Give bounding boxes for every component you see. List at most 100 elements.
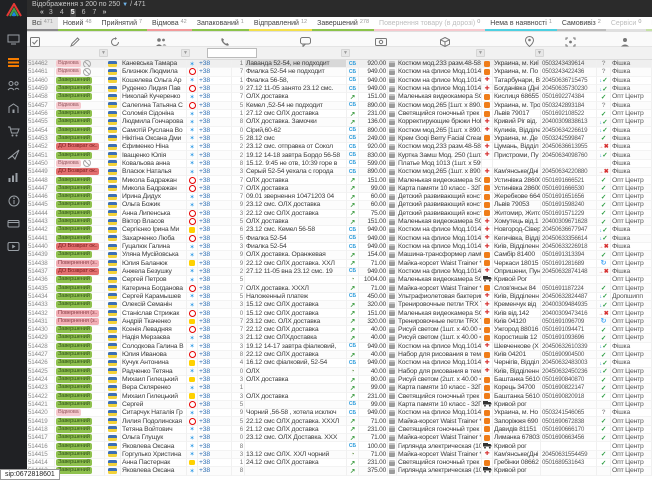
payments-icon[interactable]: [6, 216, 21, 231]
page-button-5[interactable]: 5: [70, 9, 76, 17]
order-row-514456[interactable]: 514456ЗавершенийСоломія Сідоніна✶+38127.…: [27, 110, 652, 118]
order-row-514432[interactable]: 514432Повернення (з..Станіслав Стрижак+3…: [27, 309, 652, 317]
order-row-514420[interactable]: 514420ВідмоваСитарчук Наталія Гр✶+389Чор…: [27, 409, 652, 417]
order-row-514436[interactable]: 514436ЗавершенийСергей Петров✶+385◔1004.…: [27, 276, 652, 284]
customer-name-cell: Ольга Глущук: [121, 434, 187, 442]
order-row-514452[interactable]: 514452ДО Возврат ок..Єфименко Ніна✶+3822…: [27, 143, 652, 151]
phone-cell: +38: [198, 201, 232, 209]
customer-filter-dropdown[interactable]: ▼: [181, 49, 190, 57]
page-button-3[interactable]: 3: [48, 9, 54, 17]
order-row-514453[interactable]: 514453ЗавершенийНікітіна Оксана Дми✶+385…: [27, 135, 652, 143]
display-icon[interactable]: [6, 32, 21, 47]
last-page-button[interactable]: »: [102, 9, 105, 17]
tab-в-дорозі-додому[interactable]: В дорозі додому0: [646, 17, 652, 31]
video-icon[interactable]: [6, 239, 21, 254]
order-row-514414[interactable]: 514414ЗавершенийАнна Пастернак+38124.12 …: [27, 459, 652, 467]
company-icon[interactable]: [6, 101, 21, 116]
status-filter-dropdown[interactable]: ▼: [99, 49, 108, 57]
order-row-514424[interactable]: 514424ЗавершенийМихаил Гилецький+383ОЛХ …: [27, 376, 652, 384]
contacts-icon[interactable]: [6, 78, 21, 93]
order-row-514457[interactable]: 514457ВідмоваСалегина Татьяна С+385Кемел…: [27, 102, 652, 110]
order-row-514441[interactable]: 514441ЗавершенийЗахарченко Люба+385Фиалк…: [27, 235, 652, 243]
order-row-514440[interactable]: 514440ДО Возврат ок..Гуцалюк Галина✶+383…: [27, 243, 652, 251]
calls-count-cell: 0: [232, 127, 245, 135]
order-row-514416[interactable]: 514416ЗавершенийЯковлева Оксана✶+388СБ10…: [27, 442, 652, 450]
ukraine-flag-icon: [108, 277, 117, 283]
price-cell: 949.00: [359, 409, 388, 417]
tab-новий[interactable]: Новий48: [58, 17, 97, 31]
order-row-514418[interactable]: 514418ЗавершенийТетяна Войтович✶+38621.1…: [27, 426, 652, 434]
order-row-514460[interactable]: 514460ЗавершенийКошелева Ольга Ар✶+381Фи…: [27, 77, 652, 85]
product-filter-dropdown[interactable]: ▼: [476, 49, 485, 57]
info-icon[interactable]: [6, 193, 21, 208]
order-row-514443[interactable]: 514443ЗавершенийВіктор Власов+385ОЛХ дос…: [27, 218, 652, 226]
order-row-514431[interactable]: 514431Повернення (з..Андрій Ткаченко+387…: [27, 318, 652, 326]
order-row-514413[interactable]: 514413ЗавершенийЯковлева Оксана✶+388↗375…: [27, 467, 652, 475]
order-row-514455[interactable]: 514455ЗавершенийЛюдмила Гончарова✶+388ОЛ…: [27, 118, 652, 126]
tab-відправлений[interactable]: Відправлений12: [249, 17, 312, 31]
cart-icon[interactable]: [6, 124, 21, 139]
order-row-514439[interactable]: 514439ЗавершенийУляна Мусійовська✶+389ОЛ…: [27, 251, 652, 259]
order-row-514433[interactable]: 514433ЗавершенийОлексій Семанін✶+38315.1…: [27, 301, 652, 309]
tracking-number-cell: 0501692274384: [541, 93, 597, 101]
stats-icon[interactable]: [6, 170, 21, 185]
order-row-514446[interactable]: 514446ЗавершенийИрина Дидух✶+38709.01 зв…: [27, 193, 652, 201]
order-row-514462[interactable]: 514462ВідмоваКаневська Тамара✶+381Лаванд…: [27, 60, 652, 68]
product-icon: [389, 335, 395, 341]
order-row-514435[interactable]: 514435ЗавершенийКатерина Богданова+387ОЛ…: [27, 284, 652, 292]
carrier-cell: ✚: [482, 359, 493, 367]
order-row-514423[interactable]: 514423ЗавершенийВера Скляренко✶+381↗99.0…: [27, 384, 652, 392]
tab-сервіси[interactable]: Сервіси0: [606, 17, 647, 31]
tab-прийнятий[interactable]: Прийнятий7: [97, 17, 148, 31]
tab-відмова[interactable]: Відмова42: [147, 17, 192, 31]
order-row-514417[interactable]: 514417ЗавершенийОльга Глущук✶+38023.12 с…: [27, 434, 652, 442]
order-row-514430[interactable]: 514430ЗавершенийКсенія Левадняя+38722.12…: [27, 326, 652, 334]
order-row-514428[interactable]: 514428ЗавершенийСолодкова Галина В✶+3831…: [27, 343, 652, 351]
address-filter-dropdown[interactable]: ▼: [535, 49, 544, 57]
order-row-514437[interactable]: 514437ДО Возврат ок..Анжела Безушку✶+382…: [27, 268, 652, 276]
order-row-514426[interactable]: 514426ЗавершенийКучук Антонина+38416.12 …: [27, 359, 652, 367]
tab-всі[interactable]: Всі471: [27, 17, 58, 31]
order-row-514434[interactable]: 514434ЗавершенийСергей Карамышев✶+385Нал…: [27, 293, 652, 301]
order-row-514444[interactable]: 514444ЗавершенийАнна Липенська+38322.12 …: [27, 210, 652, 218]
tab-самовивіз[interactable]: Самовивіз2: [557, 17, 606, 31]
product-name-cell: Светящийся гоночный трек Ma: [397, 393, 482, 401]
phone-filter-input[interactable]: [207, 48, 257, 58]
order-row-514415[interactable]: 514415ЗавершенийГоргулько Христина✶+3831…: [27, 451, 652, 459]
orders-menu-icon[interactable]: [6, 55, 21, 70]
order-row-514448[interactable]: 514448ЗавершенийМикола Бадражан+387ОЛХ д…: [27, 176, 652, 184]
page-button-4[interactable]: 4: [59, 9, 65, 17]
order-row-514442[interactable]: 514442ЗавершенийСергієнко Ірина Ми+38623…: [27, 226, 652, 234]
status-badge: Завершений: [56, 193, 92, 200]
tab-повернення-товару-в-дорозі-[interactable]: Повернення товару (в дорозі)0: [374, 17, 485, 31]
order-row-514425[interactable]: 514425ЗавершенийРадченко Тетяна✶+380ОЛХ◔…: [27, 368, 652, 376]
tab-нема-в-наявності[interactable]: Нема в наявності1: [485, 17, 557, 31]
order-row-514458[interactable]: 514458ЗавершенийНиколай Кучеренко✶+387ОЛ…: [27, 93, 652, 101]
order-row-514429[interactable]: 514429ЗавершенийНадія Мерзаєва✶+38321.12…: [27, 334, 652, 342]
order-row-514422[interactable]: 514422ЗавершенийМихаил Гилецький+383ОЛХ …: [27, 393, 652, 401]
order-row-514450[interactable]: 514450ВідмоваКовальова анна✶+38815.12. 9…: [27, 160, 652, 168]
order-row-514421[interactable]: 514421ЗавершенийСергей+385СБ99.00Карта п…: [27, 401, 652, 409]
phone-cell: +38: [198, 93, 232, 101]
order-row-514438[interactable]: 514438Повернення (з..Юлия Баланюк+38922.…: [27, 260, 652, 268]
tab-завершений[interactable]: Завершений278: [312, 17, 374, 31]
order-row-514451[interactable]: 514451ЗавершенийІващенко Юлія✶+38219.12 …: [27, 151, 652, 159]
tab-запакований[interactable]: Запакований1: [192, 17, 249, 31]
order-row-514447[interactable]: 514447ЗавершенийМикола Бадражан+387ОЛХ д…: [27, 185, 652, 193]
phone-cell: +38: [198, 334, 232, 342]
manager-cell: Опт Центр: [611, 309, 652, 317]
page-button-7[interactable]: 7: [92, 9, 98, 17]
order-row-514419[interactable]: 514419ЗавершенийЛилия Подолинская+38522.…: [27, 417, 652, 425]
order-row-514445[interactable]: 514445ЗавершенийОльга Божик✶+38923.12 см…: [27, 201, 652, 209]
order-row-514427[interactable]: 514427ЗавершенийЮлия Иванова+38822.12 см…: [27, 351, 652, 359]
order-row-514449[interactable]: 514449ДО Возврат ок..Власюк Наталья✶+383…: [27, 168, 652, 176]
order-row-514454[interactable]: 514454ЗавершенийСамотій Руслана Во✶+380С…: [27, 127, 652, 135]
carrier-cell: ✚: [482, 451, 493, 459]
first-page-button[interactable]: «: [40, 9, 43, 17]
order-row-514459[interactable]: 514459ЗавершенийРуденко Лидия Пав+38927.…: [27, 85, 652, 93]
comment-filter-dropdown[interactable]: ▼: [341, 49, 350, 57]
display-range-dropdown[interactable]: ▼: [122, 1, 128, 9]
page-button-6[interactable]: 6: [81, 9, 87, 17]
campaigns-icon[interactable]: [6, 147, 21, 162]
order-row-514461[interactable]: 514461ВідмоваБлизнюк Людмила+387Фиалка 5…: [27, 68, 652, 76]
